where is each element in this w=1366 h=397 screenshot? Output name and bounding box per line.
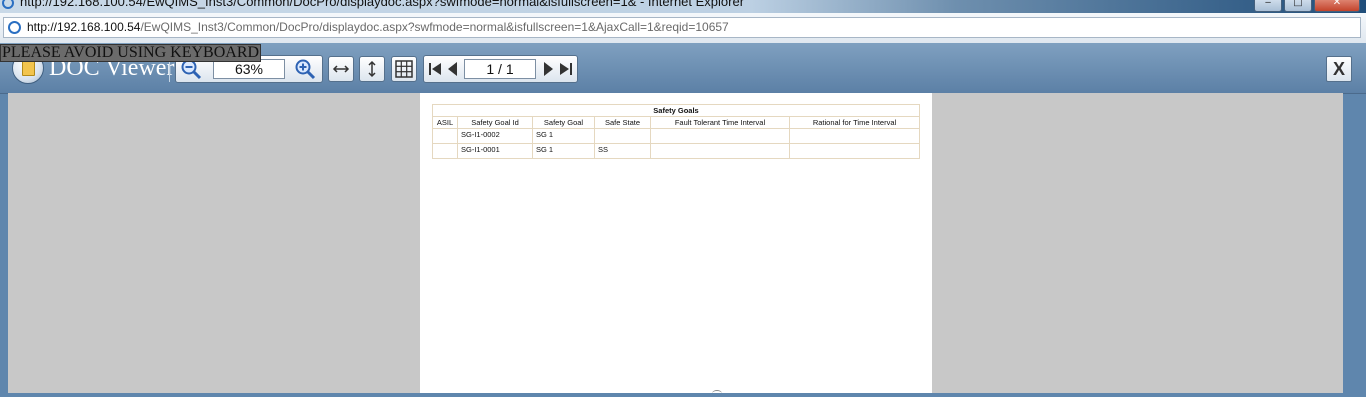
- first-page-button[interactable]: [426, 59, 444, 79]
- close-viewer-button[interactable]: X: [1326, 56, 1352, 82]
- maximize-button[interactable]: □: [1284, 0, 1312, 12]
- table-cell: [650, 143, 790, 159]
- zoom-in-icon: [295, 59, 316, 80]
- table-cell: SS: [594, 143, 651, 159]
- zoom-level-input[interactable]: [213, 59, 285, 79]
- table-cell: [432, 143, 458, 159]
- zoom-in-button[interactable]: [292, 58, 322, 80]
- url-text: http://192.168.100.54/EwQIMS_Inst3/Commo…: [27, 20, 729, 34]
- window-close-button[interactable]: ✕: [1314, 0, 1360, 12]
- window-title: http://192.168.100.54/EwQIMS_Inst3/Commo…: [20, 0, 745, 9]
- table-cell: [789, 143, 920, 159]
- keyboard-warning: PLEASE AVOID USING KEYBOARD: [0, 44, 262, 62]
- page-number-input[interactable]: [464, 59, 536, 79]
- url-path: /EwQIMS_Inst3/Common/DocPro/displaydoc.a…: [140, 20, 729, 34]
- document-page: Safety Goals ASIL Safety Goal Id Safety …: [420, 93, 932, 393]
- internet-explorer-icon: [8, 21, 21, 34]
- last-page-icon: [560, 63, 572, 75]
- table-title: Safety Goals: [432, 104, 920, 117]
- column-header: Safe State: [594, 116, 651, 129]
- thumbnails-button[interactable]: [391, 56, 417, 82]
- column-header: Safety Goal Id: [457, 116, 533, 129]
- table-cell: [789, 128, 920, 144]
- first-page-icon: [429, 63, 441, 75]
- next-page-button[interactable]: [539, 59, 557, 79]
- browser-title-bar: http://192.168.100.54/EwQIMS_Inst3/Commo…: [0, 0, 1366, 13]
- table-cell: SG 1: [532, 128, 595, 144]
- grid-icon: [395, 60, 413, 78]
- table-cell: SG 1: [532, 143, 595, 159]
- column-header: Fault Tolerant Time Interval: [650, 116, 790, 129]
- minimize-button[interactable]: ‒: [1254, 0, 1282, 12]
- url-host: http://192.168.100.54: [27, 20, 141, 34]
- table-cell: SG-I1-0002: [457, 128, 533, 144]
- column-header: Safety Goal: [532, 116, 595, 129]
- table-row: SG-I1-0002 SG 1: [432, 128, 920, 144]
- next-page-icon: [544, 62, 553, 76]
- internet-explorer-icon: [2, 0, 14, 9]
- page-footer-mark: [712, 390, 722, 397]
- url-field[interactable]: http://192.168.100.54/EwQIMS_Inst3/Commo…: [3, 17, 1361, 38]
- address-bar: http://192.168.100.54/EwQIMS_Inst3/Commo…: [0, 13, 1366, 44]
- previous-page-button[interactable]: [444, 59, 462, 79]
- table-cell: SG-I1-0001: [457, 143, 533, 159]
- column-header: ASIL: [432, 116, 458, 129]
- fit-width-icon: [332, 65, 350, 73]
- fit-height-icon: [368, 60, 376, 78]
- previous-page-icon: [448, 62, 457, 76]
- table-cell: [594, 128, 651, 144]
- table-cell: [432, 128, 458, 144]
- table-row: SG-I1-0001 SG 1 SS: [432, 143, 920, 159]
- table-cell: [650, 128, 790, 144]
- page-navigation: [423, 55, 578, 83]
- document-viewport[interactable]: Safety Goals ASIL Safety Goal Id Safety …: [8, 93, 1343, 393]
- fit-height-button[interactable]: [359, 56, 385, 82]
- column-header: Rational for Time Interval: [789, 116, 920, 129]
- fit-width-button[interactable]: [328, 56, 354, 82]
- window-controls: ‒ □ ✕: [1254, 0, 1360, 12]
- safety-goals-table: Safety Goals ASIL Safety Goal Id Safety …: [432, 104, 920, 159]
- last-page-button[interactable]: [557, 59, 575, 79]
